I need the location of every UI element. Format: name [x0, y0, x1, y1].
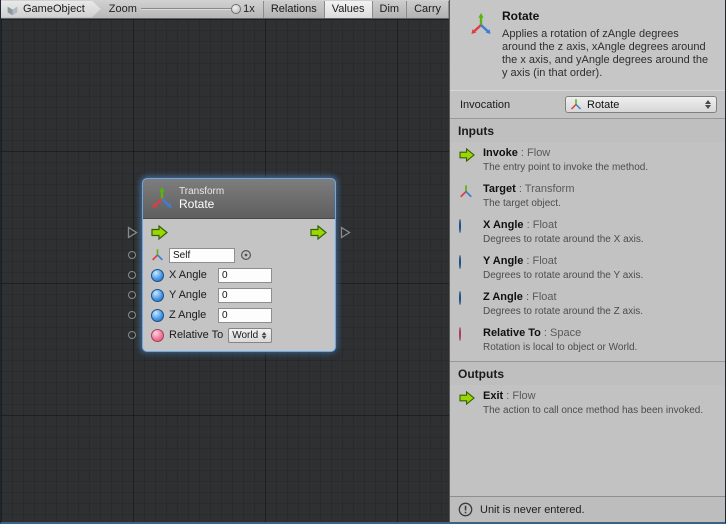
- carry-toggle-button[interactable]: Carry: [406, 1, 449, 18]
- input-item-y-angle: Y AngleFloat Degrees to rotate around th…: [450, 250, 725, 286]
- gameobject-cube-icon: [6, 3, 19, 16]
- input-item-target: TargetTransform The target object.: [450, 178, 725, 214]
- breadcrumb-label: GameObject: [23, 3, 85, 15]
- flow-arrow-icon: [459, 390, 475, 417]
- dropdown-arrows-icon: [262, 331, 268, 338]
- float-port-icon: [151, 309, 164, 322]
- graph-toolbar: GameObject Zoom 1x Relations Values Dim …: [1, 0, 449, 19]
- relative-to-value: World: [232, 330, 258, 341]
- unit-inspector-panel: Rotate Applies a rotation of zAngle degr…: [449, 0, 725, 522]
- target-connector[interactable]: [128, 251, 136, 259]
- relative-to-label: Relative To: [169, 329, 223, 341]
- values-toggle-button[interactable]: Values: [324, 1, 372, 18]
- y-angle-field[interactable]: [218, 288, 272, 303]
- y-angle-row: Y Angle: [143, 285, 335, 305]
- float-port-icon: [151, 289, 164, 302]
- zoom-label: Zoom: [109, 3, 137, 15]
- graph-area: GameObject Zoom 1x Relations Values Dim …: [1, 0, 449, 522]
- input-item-x-angle: X AngleFloat Degrees to rotate around th…: [450, 214, 725, 250]
- exit-flow-port[interactable]: [310, 225, 327, 240]
- zoom-slider-knob[interactable]: [231, 4, 241, 14]
- invocation-value: Rotate: [587, 99, 700, 111]
- flow-input-connector[interactable]: [127, 226, 138, 239]
- x-angle-label: X Angle: [169, 269, 213, 281]
- inputs-section-header: Inputs: [450, 118, 725, 142]
- space-port-icon: [151, 329, 164, 342]
- x-angle-field[interactable]: [218, 268, 272, 283]
- bolt-editor-window: GameObject Zoom 1x Relations Values Dim …: [0, 0, 726, 524]
- invocation-dropdown[interactable]: Rotate: [565, 96, 717, 113]
- graph-canvas[interactable]: Transform Rotate: [1, 19, 449, 522]
- relative-to-connector[interactable]: [128, 331, 136, 339]
- node-transform-rotate[interactable]: Transform Rotate: [143, 179, 335, 351]
- node-body: X Angle Y Angle Z Angle: [143, 219, 335, 351]
- transform-icon: [570, 98, 582, 111]
- input-item-invoke: InvokeFlow The entry point to invoke the…: [450, 142, 725, 178]
- output-item-exit: ExitFlow The action to call once method …: [450, 385, 725, 421]
- dim-toggle-button[interactable]: Dim: [372, 1, 407, 18]
- y-angle-connector[interactable]: [128, 291, 136, 299]
- z-angle-row: Z Angle: [143, 305, 335, 325]
- space-port-icon: [459, 327, 475, 354]
- zoom-value: 1x: [243, 3, 259, 15]
- inspector-title: Rotate: [502, 9, 714, 23]
- relations-toggle-button[interactable]: Relations: [263, 1, 324, 18]
- object-picker-icon[interactable]: [240, 249, 252, 261]
- input-item-z-angle: Z AngleFloat Degrees to rotate around th…: [450, 286, 725, 322]
- zoom-slider[interactable]: [141, 3, 239, 15]
- float-port-icon: [459, 219, 475, 246]
- x-angle-connector[interactable]: [128, 271, 136, 279]
- float-port-icon: [151, 269, 164, 282]
- invocation-row: Invocation Rotate: [450, 91, 725, 118]
- float-port-icon: [459, 291, 475, 318]
- y-angle-label: Y Angle: [169, 289, 213, 301]
- node-header[interactable]: Transform Rotate: [143, 179, 335, 219]
- transform-icon: [462, 9, 492, 80]
- z-angle-connector[interactable]: [128, 311, 136, 319]
- relative-to-row: Relative To World: [143, 325, 335, 345]
- panel-spacer: [450, 421, 725, 496]
- node-subtitle: Rotate: [179, 198, 224, 211]
- relative-to-dropdown[interactable]: World: [228, 328, 272, 343]
- breadcrumb-gameobject[interactable]: GameObject: [1, 1, 101, 18]
- transform-icon: [459, 183, 475, 210]
- flow-output-connector[interactable]: [340, 226, 351, 239]
- input-item-relative-to: Relative ToSpace Rotation is local to ob…: [450, 322, 725, 358]
- flow-arrow-icon: [459, 147, 475, 174]
- dropdown-arrows-icon: [705, 100, 712, 109]
- target-self-field[interactable]: [169, 248, 235, 263]
- zoom-slider-track: [141, 8, 239, 10]
- invocation-label: Invocation: [460, 99, 510, 111]
- flow-row: [143, 219, 335, 245]
- inspector-description: Applies a rotation of zAngle degrees aro…: [502, 28, 714, 80]
- invoke-flow-port[interactable]: [151, 225, 168, 240]
- outputs-section-header: Outputs: [450, 361, 725, 385]
- warning-text: Unit is never entered.: [480, 504, 585, 516]
- inspector-header: Rotate Applies a rotation of zAngle degr…: [450, 0, 725, 90]
- x-angle-row: X Angle: [143, 265, 335, 285]
- z-angle-field[interactable]: [218, 308, 272, 323]
- transform-icon: [151, 187, 173, 211]
- float-port-icon: [459, 255, 475, 282]
- target-row: [143, 245, 335, 265]
- toolbar-toggle-group: Relations Values Dim Carry: [263, 1, 449, 18]
- z-angle-label: Z Angle: [169, 309, 213, 321]
- warning-icon: [458, 502, 473, 517]
- warning-bar: Unit is never entered.: [450, 496, 725, 522]
- transform-icon: [151, 248, 164, 262]
